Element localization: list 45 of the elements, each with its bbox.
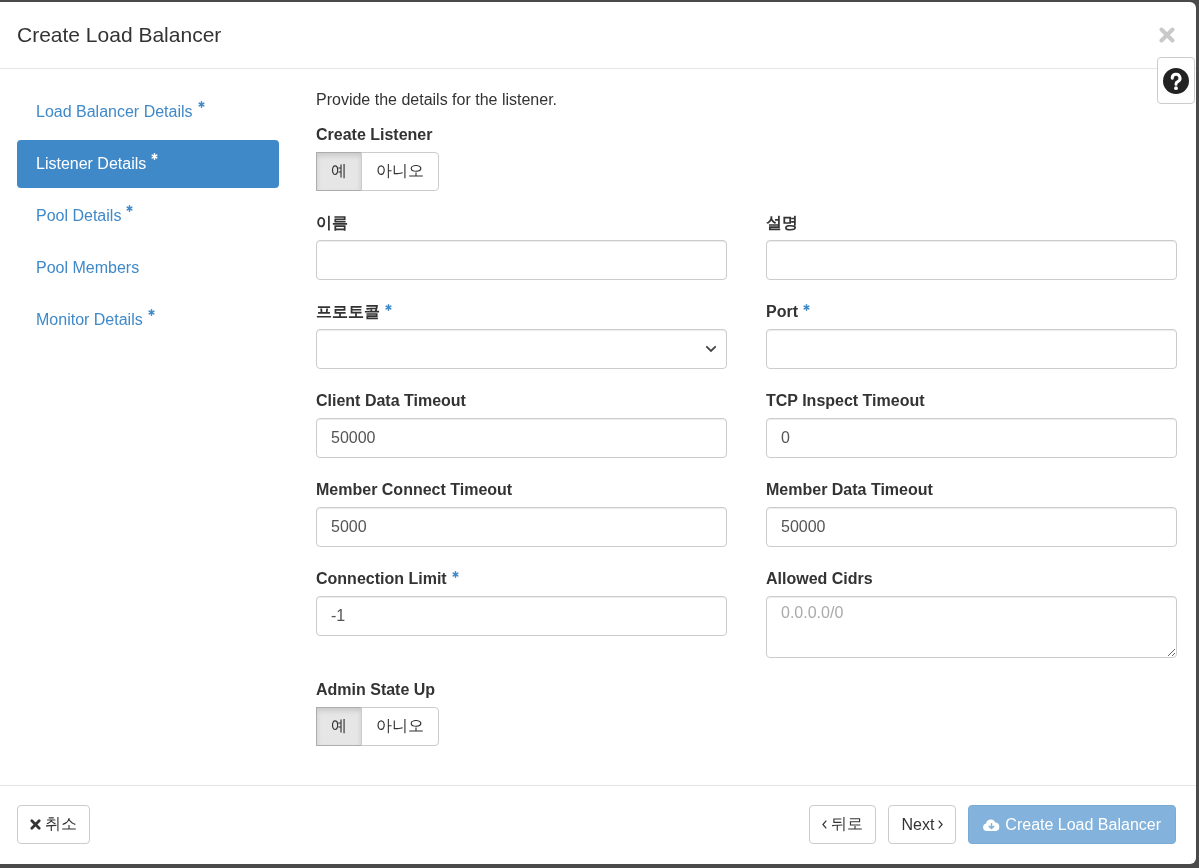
toggle-option[interactable]: 아니오 (361, 707, 439, 746)
field-label: Port (766, 302, 798, 322)
chevron-right-icon (938, 820, 944, 829)
toggle-option[interactable]: 예 (316, 152, 362, 191)
step-link[interactable]: Pool Details (17, 192, 279, 240)
x-icon (30, 819, 41, 830)
back-button[interactable]: 뒤로 (809, 805, 877, 844)
step-link[interactable]: Pool Members (17, 244, 279, 292)
input-field[interactable]: -1 (316, 596, 727, 636)
input-field[interactable]: 0 (766, 418, 1177, 458)
textarea-field[interactable]: 0.0.0.0/0 (766, 596, 1177, 658)
field-label: Client Data Timeout (316, 391, 466, 411)
field-label: TCP Inspect Timeout (766, 391, 925, 411)
next-button[interactable]: Next (888, 805, 957, 844)
field-label: 프로토콜 (316, 302, 380, 322)
close-button[interactable] (1159, 27, 1175, 43)
field-label: Allowed Cidrs (766, 569, 873, 589)
dropdown-field[interactable] (316, 329, 727, 369)
toggle-option[interactable]: 아니오 (361, 152, 439, 191)
field-label: Admin State Up (316, 680, 436, 700)
field-label: Create Listener (316, 125, 433, 145)
help-icon (1163, 67, 1189, 94)
chevron-down-icon (705, 345, 717, 353)
field-label: Connection Limit (316, 569, 447, 589)
toggle-option[interactable]: 예 (316, 707, 362, 746)
input-field[interactable] (316, 240, 727, 280)
input-field[interactable] (766, 240, 1177, 280)
dialog-title: Create Load Balancer (17, 23, 223, 47)
input-field[interactable]: 5000 (316, 507, 727, 547)
step-link[interactable]: Load Balancer Details (17, 88, 279, 136)
input-field[interactable]: 50000 (766, 507, 1177, 547)
field-label: 설명 (766, 213, 798, 233)
field-label: Member Connect Timeout (316, 480, 513, 500)
field-label: Member Data Timeout (766, 480, 933, 500)
cloud-icon (983, 818, 1001, 831)
input-field[interactable] (766, 329, 1177, 369)
form-description: Provide the details for the listener. (316, 90, 559, 110)
step-link[interactable]: Monitor Details (17, 296, 279, 344)
cancel-button[interactable]: 취소 (17, 805, 90, 844)
help-button[interactable] (1157, 57, 1195, 104)
chevron-left-icon (822, 820, 828, 829)
input-field[interactable]: 50000 (316, 418, 727, 458)
field-label: 이름 (316, 213, 348, 233)
close-icon (1159, 27, 1175, 43)
step-link[interactable]: Listener Details (17, 140, 279, 188)
